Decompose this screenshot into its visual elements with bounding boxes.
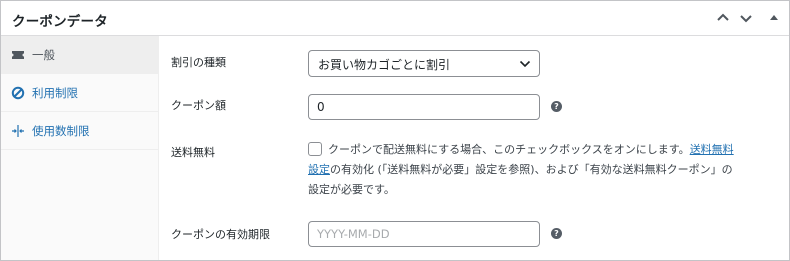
panel-header: クーポンデータ	[1, 1, 789, 36]
discount-type-value: お買い物カゴごとに割引	[318, 58, 451, 72]
free-shipping-text-2: の有効化 (「送料無料が必要」設定を参照)、および「有効な送料無料クーポン」の	[330, 163, 733, 176]
general-panel: 割引の種類 お買い物カゴごとに割引 クーポン額 0 ? 送料無料 クーポンで配送…	[160, 36, 789, 260]
panel-title: クーポンデータ	[12, 14, 108, 30]
amount-value: 0	[317, 100, 325, 114]
arrows-icon	[11, 124, 25, 138]
ticket-icon	[11, 48, 25, 62]
free-shipping-label: 送料無料	[171, 146, 215, 159]
tab-general-label: 一般	[32, 48, 55, 62]
expiry-date-input[interactable]: YYYY-MM-DD	[308, 221, 540, 247]
chevron-down-icon	[519, 59, 531, 72]
expiry-placeholder: YYYY-MM-DD	[317, 227, 390, 241]
amount-input[interactable]: 0	[308, 94, 540, 120]
discount-type-select[interactable]: お買い物カゴごとに割引	[308, 50, 540, 77]
free-shipping-link-1[interactable]: 送料無料	[690, 143, 734, 156]
chevron-up-icon[interactable]	[714, 9, 732, 27]
chevron-down-icon[interactable]	[737, 9, 755, 27]
no-entry-icon	[11, 86, 25, 100]
tab-usage-restriction-label: 利用制限	[32, 86, 78, 100]
tab-usage-limits[interactable]: 使用数制限	[1, 112, 158, 150]
free-shipping-description: クーポンで配送無料にする場合、このチェックボックスをオンにします。送料無料設定の…	[308, 140, 778, 200]
discount-type-label: 割引の種類	[171, 56, 226, 69]
coupon-data-panel: クーポンデータ 一般 利用制限 使用数制限 割引の種類 お買い物カゴごとに割引 …	[0, 0, 790, 261]
help-icon[interactable]: ?	[551, 228, 562, 239]
free-shipping-text-3: 設定が必要です。	[308, 183, 395, 196]
triangle-up-icon[interactable]	[765, 9, 783, 27]
free-shipping-text-1: クーポンで配送無料にする場合、このチェックボックスをオンにします。	[328, 143, 690, 156]
free-shipping-link-2[interactable]: 設定	[308, 163, 330, 176]
tab-usage-limits-label: 使用数制限	[32, 124, 90, 138]
help-icon[interactable]: ?	[551, 101, 562, 112]
tab-general[interactable]: 一般	[1, 36, 158, 74]
coupon-tabs: 一般 利用制限 使用数制限	[1, 36, 159, 260]
amount-label: クーポン額	[171, 99, 226, 112]
tab-usage-restriction[interactable]: 利用制限	[1, 74, 158, 112]
expiry-label: クーポンの有効期限	[171, 228, 270, 241]
